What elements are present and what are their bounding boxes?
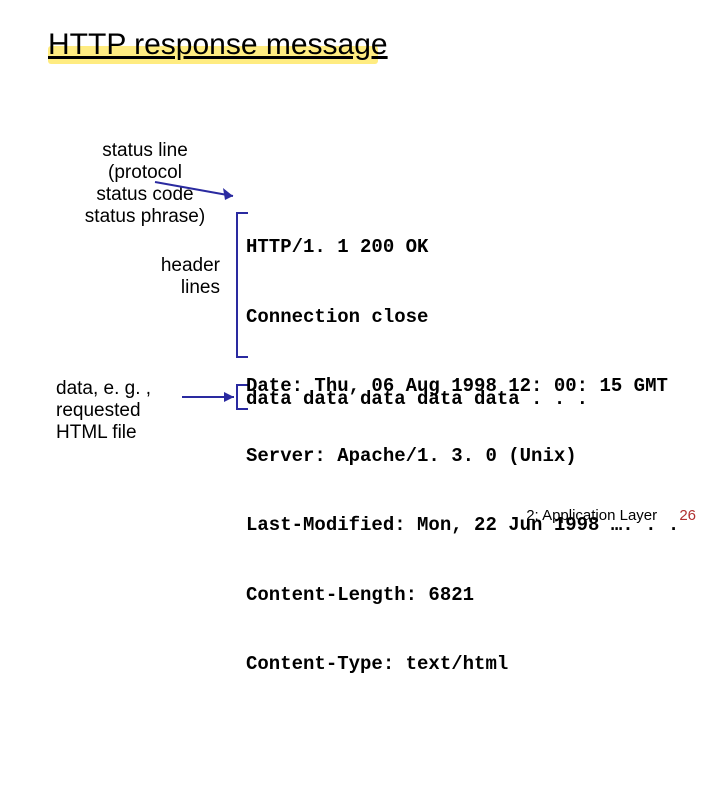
bracket-data bbox=[236, 384, 238, 410]
code-header-text: Content-Length: 6821 bbox=[246, 584, 474, 606]
bracket-headers bbox=[236, 212, 238, 358]
code-header-line: Content-Type: text/html bbox=[246, 653, 679, 676]
code-header-line: Connection close bbox=[246, 306, 679, 329]
footer-page-number: 26 bbox=[679, 507, 696, 524]
slide-title: HTTP response message bbox=[48, 28, 388, 62]
code-header-text: Server: Apache/1. 3. 0 (Unix) bbox=[246, 445, 577, 467]
code-header-text: Content-Type: text/html bbox=[246, 653, 508, 675]
code-header-line: Server: Apache/1. 3. 0 (Unix) bbox=[246, 445, 679, 468]
label-header-lines: headerlines bbox=[140, 255, 220, 299]
code-status-text: HTTP/1. 1 200 OK bbox=[246, 236, 428, 258]
code-header-line: Content-Length: 6821 bbox=[246, 584, 679, 607]
http-response-code: HTTP/1. 1 200 OK Connection close Date: … bbox=[246, 190, 679, 792]
slide: HTTP response message status line(protoc… bbox=[0, 0, 720, 540]
code-blank-line bbox=[246, 723, 679, 746]
footer: 2: Application Layer 26 bbox=[526, 507, 696, 524]
code-header-text: Connection close bbox=[246, 306, 428, 328]
code-status-line: HTTP/1. 1 200 OK bbox=[246, 236, 679, 259]
footer-chapter: 2: Application Layer bbox=[526, 507, 657, 524]
label-data: data, e. g. ,requestedHTML file bbox=[56, 378, 186, 444]
title-wrap: HTTP response message bbox=[48, 28, 388, 62]
code-data-line: data data data data data . . . bbox=[246, 388, 588, 410]
code-data-line-wrap: data data data data data . . . bbox=[246, 388, 588, 410]
arrow-status bbox=[155, 178, 245, 202]
